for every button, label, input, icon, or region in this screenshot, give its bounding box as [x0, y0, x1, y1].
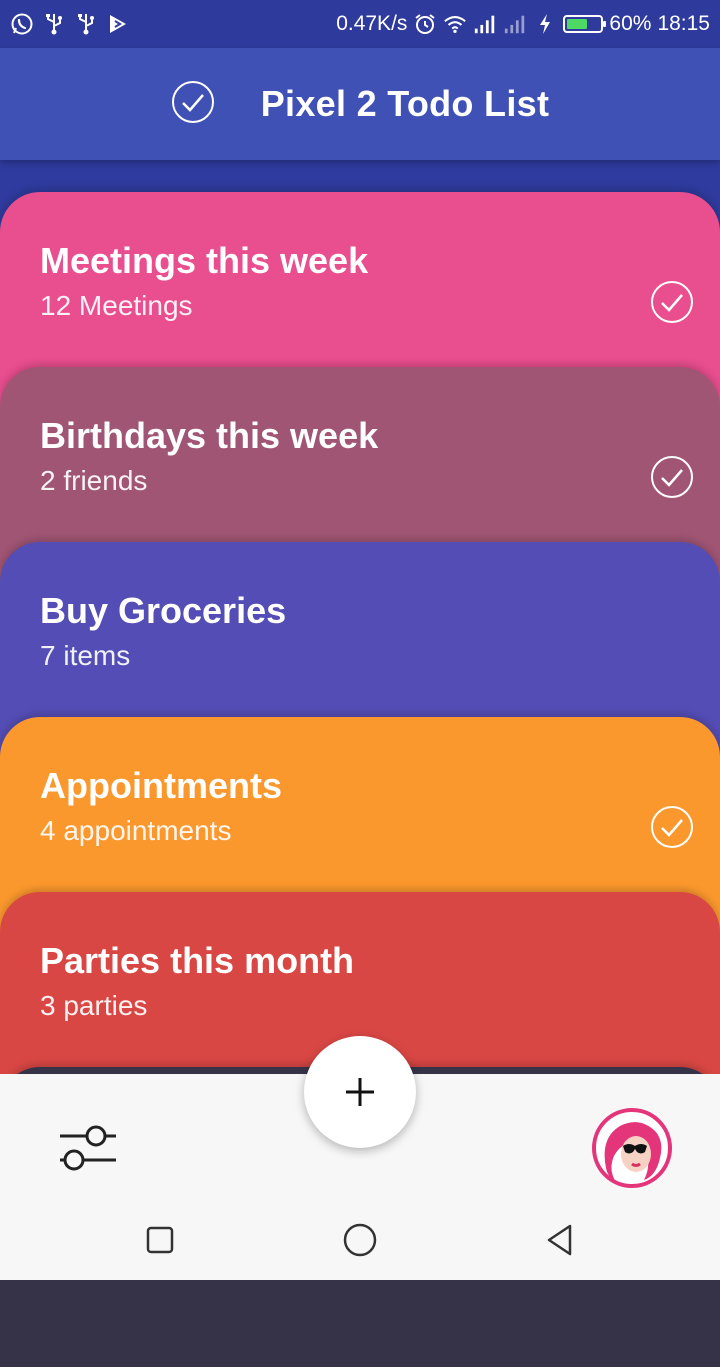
whatsapp-icon — [10, 12, 34, 36]
app-bar: Pixel 2 Todo List — [0, 48, 720, 160]
card-subtitle: 3 parties — [40, 990, 148, 1021]
card-subtitle: 2 friends — [40, 465, 148, 496]
add-button[interactable] — [304, 1036, 416, 1148]
card-title: Buy Groceries — [40, 590, 287, 631]
card-subtitle: 12 Meetings — [40, 290, 193, 321]
signal-weak-icon — [503, 12, 527, 36]
card-subtitle: 4 appointments — [40, 815, 232, 846]
bottom-bar — [0, 1036, 720, 1280]
card-title: Parties this month — [40, 940, 355, 981]
notification-icon — [106, 12, 130, 36]
card-title: Birthdays this week — [40, 415, 379, 456]
card-title: Appointments — [40, 765, 282, 806]
status-bar: 0.47K/s 60% 18:15 — [0, 0, 720, 48]
card-title: Meetings this week — [40, 240, 369, 281]
usb-icon — [42, 12, 66, 36]
check-circle-icon[interactable] — [650, 805, 694, 849]
status-right: 0.47K/s 60% 18:15 — [336, 0, 710, 48]
alarm-icon — [413, 12, 437, 36]
check-circle-icon[interactable] — [650, 280, 694, 324]
recents-square-icon[interactable] — [140, 1220, 180, 1260]
back-triangle-icon[interactable] — [540, 1220, 580, 1260]
system-nav-bar — [0, 1204, 720, 1280]
check-circle-icon — [171, 80, 215, 129]
clock: 18:15 — [657, 12, 710, 35]
sliders-icon[interactable] — [58, 1124, 118, 1174]
usb-icon — [74, 12, 98, 36]
avatar-icon — [592, 1108, 672, 1188]
charging-icon — [533, 12, 557, 36]
home-circle-icon[interactable] — [340, 1220, 380, 1260]
page-title: Pixel 2 Todo List — [260, 83, 550, 124]
network-speed: 0.47K/s — [336, 12, 408, 35]
battery-percent: 60% — [609, 12, 652, 35]
status-left-icons — [10, 0, 130, 48]
card-subtitle: 7 items — [40, 640, 131, 671]
wifi-icon — [443, 12, 467, 36]
avatar[interactable] — [592, 1108, 672, 1188]
plus-icon — [346, 1078, 374, 1106]
battery-icon — [563, 15, 607, 33]
check-circle-icon[interactable] — [650, 455, 694, 499]
signal-icon — [473, 12, 497, 36]
